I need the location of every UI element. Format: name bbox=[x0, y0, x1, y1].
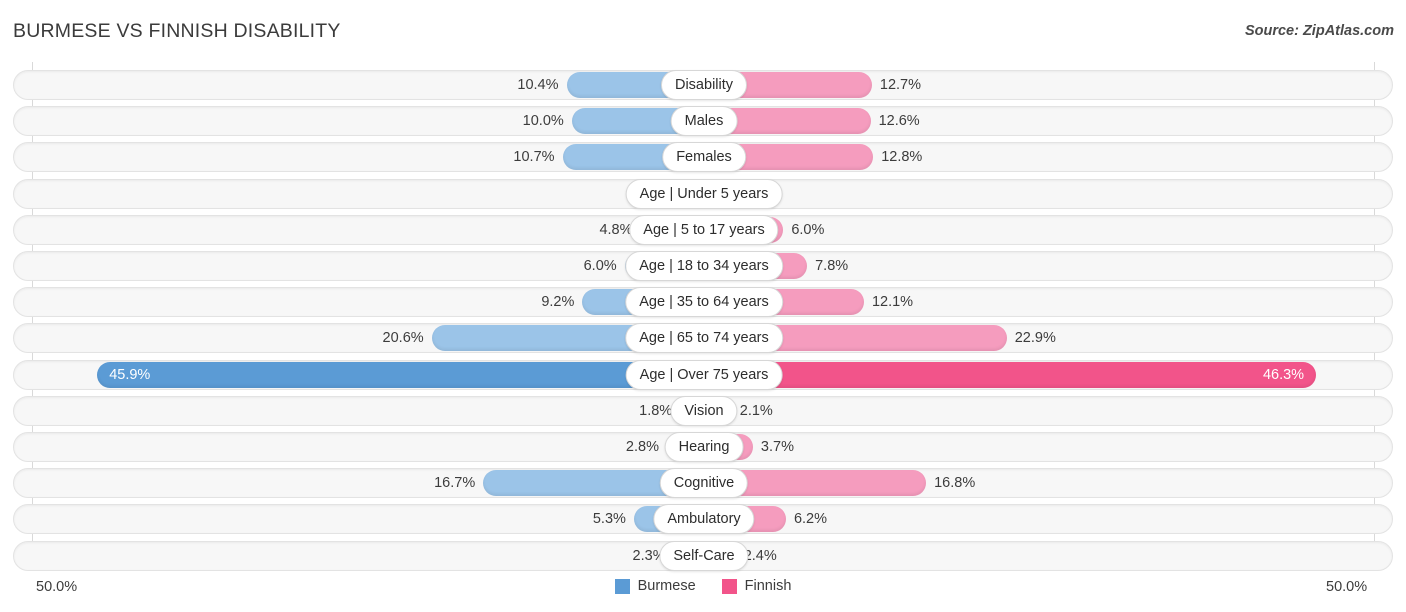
legend-item[interactable]: Finnish bbox=[721, 578, 792, 594]
source-attribution: Source: ZipAtlas.com bbox=[1244, 23, 1394, 39]
category-label-pill[interactable]: Age | 35 to 64 years bbox=[625, 287, 783, 318]
table-row[interactable]: 2.8% 3.7% Hearing bbox=[13, 432, 1393, 462]
value-label-finnish: 2.1% bbox=[739, 402, 773, 419]
table-row[interactable]: 2.3% 2.4% Self-Care bbox=[13, 540, 1393, 571]
legend-swatch-burmese bbox=[614, 578, 630, 594]
chart-header: BURMESE VS FINNISH DISABILITY Source: Zi… bbox=[0, 0, 1406, 62]
value-label-burmese: 2.8% bbox=[625, 439, 659, 455]
category-label-pill[interactable]: Age | 5 to 17 years bbox=[629, 214, 779, 245]
value-label-burmese: 45.9% bbox=[109, 366, 151, 383]
legend-item-label: Burmese bbox=[637, 578, 696, 594]
bar-rows-container: 10.4% 12.7% Disability 10.0% 12.6% Males 10.7%… bbox=[0, 62, 1406, 571]
category-label-pill[interactable]: Vision bbox=[670, 395, 738, 426]
value-label-burmese: 9.2% bbox=[541, 294, 575, 311]
value-label-finnish: 16.8% bbox=[934, 475, 976, 492]
category-label-pill[interactable]: Age | Over 75 years bbox=[625, 359, 783, 390]
value-label-burmese: 2.3% bbox=[632, 547, 666, 564]
table-row[interactable]: 5.3% 6.2% Ambulatory bbox=[13, 504, 1393, 535]
legend-swatch-finnish bbox=[721, 578, 737, 594]
table-row[interactable]: 10.0% 12.6% Males bbox=[13, 106, 1393, 137]
table-row[interactable]: 16.7% 16.8% Cognitive bbox=[13, 468, 1393, 499]
value-label-burmese: 5.3% bbox=[592, 511, 626, 528]
table-row[interactable]: 10.7% 12.8% Females bbox=[13, 142, 1393, 173]
value-label-burmese: 20.6% bbox=[382, 330, 424, 347]
table-row[interactable]: 20.6% 22.9% Age | 65 to 74 years bbox=[13, 323, 1393, 354]
category-label-pill[interactable]: Males bbox=[670, 106, 738, 137]
table-row[interactable]: 1.8% 2.1% Vision bbox=[13, 395, 1393, 426]
value-label-finnish: 46.3% bbox=[1262, 366, 1305, 383]
table-row[interactable]: 1.1%1.6%Age | Under 5 years bbox=[13, 178, 1393, 209]
category-label-pill[interactable]: Cognitive bbox=[659, 468, 749, 499]
legend-item[interactable]: Burmese bbox=[614, 578, 696, 594]
legend-item-label: Finnish bbox=[744, 578, 792, 594]
value-label-burmese: 4.8% bbox=[599, 221, 633, 238]
value-label-finnish: 12.8% bbox=[881, 149, 923, 166]
value-label-burmese: 10.7% bbox=[513, 149, 555, 166]
category-label-pill[interactable]: Self-Care bbox=[659, 540, 749, 571]
value-label-burmese: 6.0% bbox=[583, 258, 617, 274]
chart-legend: Burmese Finnish bbox=[0, 578, 1406, 594]
category-label-pill[interactable]: Disability bbox=[660, 70, 748, 100]
value-label-finnish: 12.7% bbox=[879, 77, 922, 93]
table-row[interactable]: 4.8% 6.0% Age | 5 to 17 years bbox=[13, 214, 1393, 245]
chart-footer: 50.0% 50.0% Burmese Finnish bbox=[0, 570, 1406, 612]
table-row[interactable]: 6.0% 7.8% Age | 18 to 34 years bbox=[13, 251, 1393, 281]
table-row[interactable]: 45.9% 46.3% Age | Over 75 years bbox=[13, 359, 1393, 390]
value-label-finnish: 12.1% bbox=[871, 294, 914, 311]
category-label-pill[interactable]: Hearing bbox=[664, 432, 744, 462]
value-label-burmese: 1.8% bbox=[639, 402, 673, 419]
category-label-pill[interactable]: Ambulatory bbox=[653, 504, 755, 535]
value-label-finnish: 3.7% bbox=[760, 439, 794, 455]
table-row[interactable]: 10.4% 12.7% Disability bbox=[13, 70, 1393, 100]
category-label-pill[interactable]: Females bbox=[662, 142, 746, 173]
category-label-pill[interactable]: Age | 18 to 34 years bbox=[625, 251, 783, 281]
value-label-finnish: 7.8% bbox=[815, 258, 849, 274]
value-label-finnish: 22.9% bbox=[1014, 330, 1056, 347]
value-label-burmese: 10.4% bbox=[517, 77, 559, 93]
value-label-finnish: 2.4% bbox=[743, 547, 777, 564]
value-label-finnish: 12.6% bbox=[878, 113, 920, 130]
value-label-finnish: 6.2% bbox=[793, 511, 828, 528]
page-title: BURMESE VS FINNISH DISABILITY bbox=[13, 20, 341, 42]
table-row[interactable]: 9.2% 12.1% Age | 35 to 64 years bbox=[13, 287, 1393, 318]
value-label-finnish: 6.0% bbox=[791, 221, 825, 238]
category-label-pill[interactable]: Age | 65 to 74 years bbox=[625, 323, 783, 354]
category-label-pill[interactable]: Age | Under 5 years bbox=[625, 178, 783, 209]
chart-plot-area: 10.4% 12.7% Disability 10.0% 12.6% Males 10.7%… bbox=[0, 62, 1406, 571]
value-label-burmese: 10.0% bbox=[522, 113, 564, 130]
value-label-burmese: 16.7% bbox=[434, 475, 476, 492]
